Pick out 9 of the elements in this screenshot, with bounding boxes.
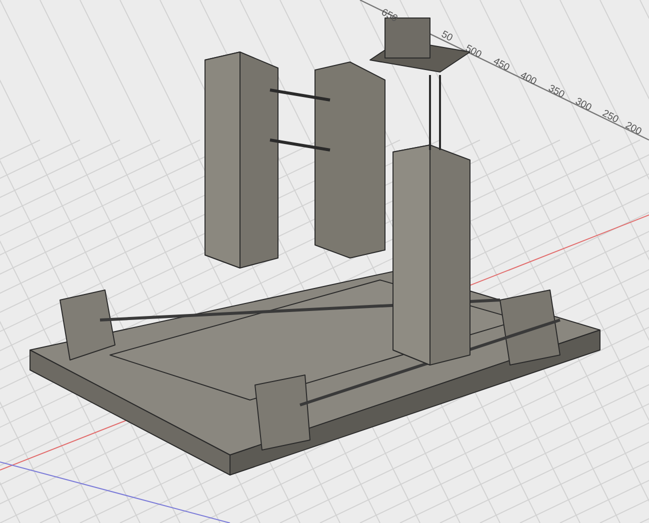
axis-tick-label: 50 xyxy=(439,30,454,44)
axis-tick-label: 400 xyxy=(518,71,538,88)
axis-tick-label: 500 xyxy=(463,44,483,61)
axis-tick-label: 200 xyxy=(623,121,643,138)
axis-tick-label: 300 xyxy=(573,97,593,114)
axis-tick-label: 350 xyxy=(546,84,566,101)
axis-tick-label: 250 xyxy=(600,109,620,126)
axis-tick-label: 450 xyxy=(491,57,511,74)
axis-tick-label: 650 xyxy=(379,8,399,25)
